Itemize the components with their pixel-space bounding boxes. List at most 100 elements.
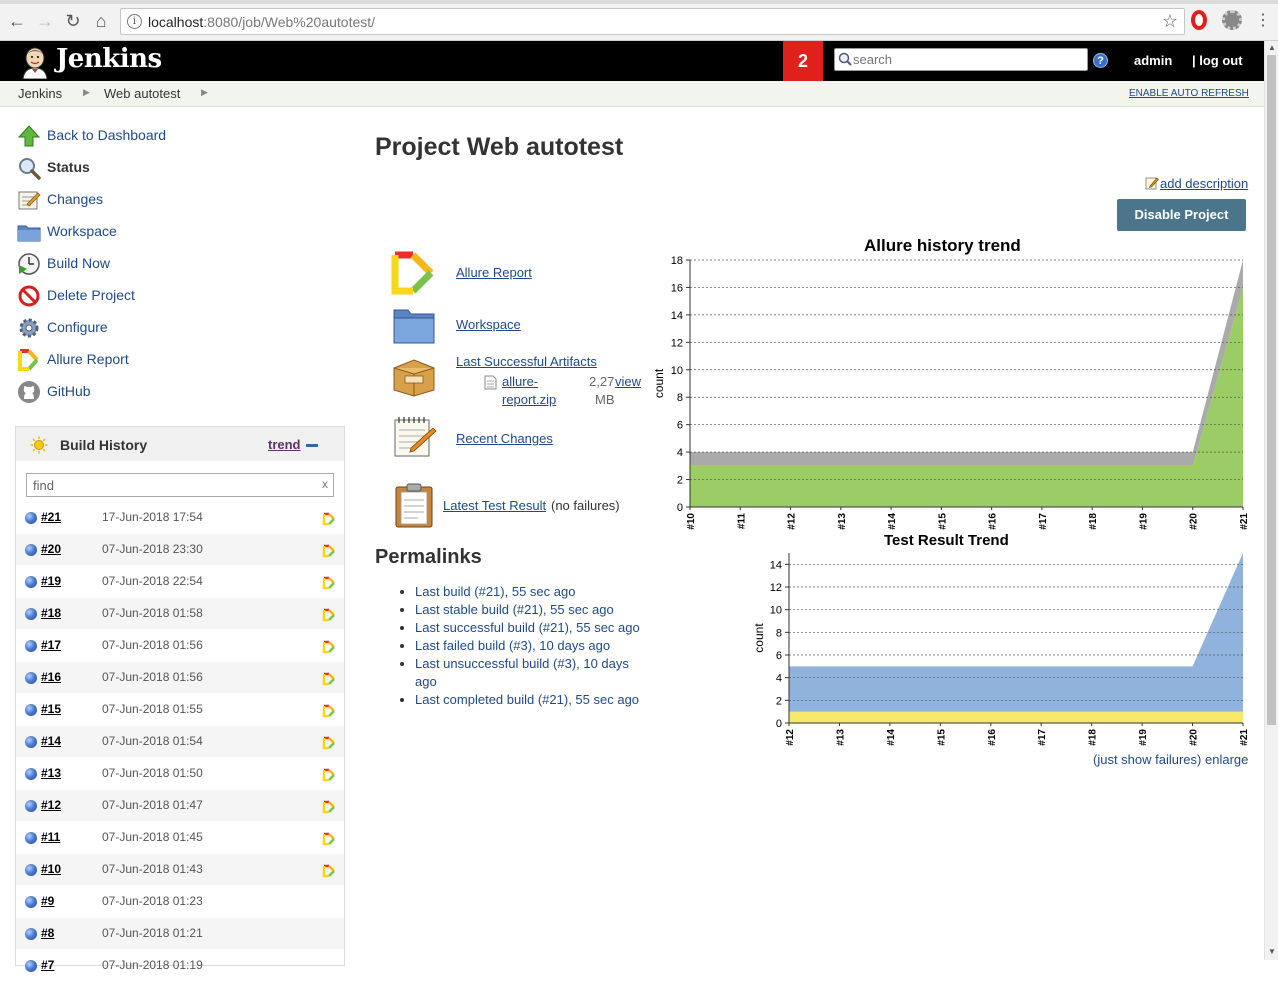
build-date[interactable]: 07-Jun-2018 01:56 [102, 638, 203, 652]
build-row[interactable]: #20 07-Jun-2018 23:30 [16, 533, 344, 565]
build-number-link[interactable]: #12 [41, 798, 61, 812]
disable-project-button[interactable]: Disable Project [1117, 199, 1246, 231]
build-date[interactable]: 07-Jun-2018 01:19 [102, 958, 203, 972]
build-status-ball-icon[interactable] [25, 576, 37, 588]
build-date[interactable]: 07-Jun-2018 01:54 [102, 734, 203, 748]
allure-icon[interactable] [322, 704, 336, 718]
trend-link[interactable]: trend [268, 437, 301, 452]
build-date[interactable]: 07-Jun-2018 23:30 [102, 542, 203, 556]
last-successful-artifacts-link[interactable]: Last Successful Artifacts [456, 354, 597, 369]
build-row[interactable]: #7 07-Jun-2018 01:19 [16, 949, 344, 981]
build-number-link[interactable]: #9 [41, 894, 54, 908]
workspace-link[interactable]: Workspace [456, 317, 521, 332]
build-status-ball-icon[interactable] [25, 800, 37, 812]
home-icon[interactable]: ⌂ [90, 11, 112, 31]
build-status-ball-icon[interactable] [25, 672, 37, 684]
artifact-file-link-line2[interactable]: report.zip [502, 392, 556, 407]
search-input[interactable] [853, 49, 1083, 70]
build-number-link[interactable]: #11 [41, 830, 60, 844]
settings-extension-icon[interactable] [1222, 10, 1242, 30]
workspace-folder-icon[interactable] [391, 302, 437, 348]
permalink-link[interactable]: Last failed build (#3), 10 days ago [415, 638, 610, 653]
permalink-link[interactable]: Last unsuccessful build (#3), 10 days ag… [415, 656, 629, 689]
user-link[interactable]: admin [1134, 53, 1172, 68]
scrollbar-thumb[interactable] [1267, 55, 1276, 725]
scroll-up-icon[interactable]: ▲ [1268, 43, 1276, 52]
build-row[interactable]: #15 07-Jun-2018 01:55 [16, 693, 344, 725]
clear-filter-icon[interactable]: x [322, 477, 328, 491]
permalink-link[interactable]: Last build (#21), 55 sec ago [415, 584, 575, 599]
build-number-link[interactable]: #7 [41, 958, 54, 972]
build-status-ball-icon[interactable] [25, 960, 37, 972]
scroll-down-icon[interactable]: ▼ [1268, 947, 1276, 956]
address-bar[interactable]: i localhost:8080/job/Web%20autotest/ ☆ [120, 8, 1185, 35]
latest-test-result-link[interactable]: Latest Test Result [443, 498, 546, 513]
build-status-ball-icon[interactable] [25, 896, 37, 908]
build-date[interactable]: 17-Jun-2018 17:54 [102, 510, 203, 524]
build-number-link[interactable]: #8 [41, 926, 54, 940]
test-result-trend-chart[interactable]: 0 2 4 6 8 10 12 14 #12 #13 #14 #15 #16 #17 #18 #19 #20 #2… [745, 548, 1250, 748]
reload-icon[interactable]: ↻ [62, 11, 84, 31]
build-row[interactable]: #16 07-Jun-2018 01:56 [16, 661, 344, 693]
build-status-ball-icon[interactable] [25, 768, 37, 780]
search-field[interactable] [834, 48, 1088, 71]
recent-changes-notepad-icon[interactable] [391, 414, 437, 460]
build-date[interactable]: 07-Jun-2018 01:50 [102, 766, 203, 780]
build-row[interactable]: #11 07-Jun-2018 01:45 [16, 821, 344, 853]
add-description-link[interactable]: add description [1145, 176, 1248, 191]
build-row[interactable]: #9 07-Jun-2018 01:23 [16, 885, 344, 917]
build-find-input[interactable] [33, 476, 313, 494]
build-row[interactable]: #18 07-Jun-2018 01:58 [16, 597, 344, 629]
build-row[interactable]: #21 17-Jun-2018 17:54 [16, 501, 344, 533]
build-number-link[interactable]: #15 [41, 702, 61, 716]
build-status-ball-icon[interactable] [25, 544, 37, 556]
build-date[interactable]: 07-Jun-2018 22:54 [102, 574, 203, 588]
allure-icon[interactable] [322, 768, 336, 782]
just-show-failures-link[interactable]: (just show failures) [1093, 752, 1201, 767]
permalink-link[interactable]: Last successful build (#21), 55 sec ago [415, 620, 640, 635]
build-date[interactable]: 07-Jun-2018 01:21 [102, 926, 203, 940]
allure-history-trend-chart[interactable]: 0 2 4 6 8 10 12 14 16 18 #10 #11 #12 #13 #14 #15 #16 #17 #… [650, 255, 1250, 535]
build-row[interactable]: #13 07-Jun-2018 01:50 [16, 757, 344, 789]
allure-icon[interactable] [322, 512, 336, 526]
build-status-ball-icon[interactable] [25, 864, 37, 876]
allure-icon[interactable] [322, 864, 336, 878]
page-scrollbar[interactable]: ▲ ▼ [1264, 41, 1278, 960]
clipboard-icon[interactable] [391, 482, 437, 528]
artifacts-box-icon[interactable] [391, 352, 437, 398]
build-number-link[interactable]: #21 [41, 510, 61, 524]
build-date[interactable]: 07-Jun-2018 01:55 [102, 702, 203, 716]
build-number-link[interactable]: #16 [41, 670, 61, 684]
permalink-link[interactable]: Last completed build (#21), 55 sec ago [415, 692, 639, 707]
allure-icon[interactable] [322, 640, 336, 654]
breadcrumb-jenkins[interactable]: Jenkins [18, 86, 62, 101]
build-status-ball-icon[interactable] [25, 832, 37, 844]
build-date[interactable]: 07-Jun-2018 01:23 [102, 894, 203, 908]
forward-icon[interactable]: → [34, 11, 56, 31]
build-number-link[interactable]: #18 [41, 606, 61, 620]
allure-icon[interactable] [322, 576, 336, 590]
site-info-icon[interactable]: i [127, 14, 142, 29]
back-icon[interactable]: ← [6, 11, 28, 31]
allure-icon[interactable] [322, 544, 336, 558]
build-number-link[interactable]: #13 [41, 766, 61, 780]
allure-icon[interactable] [322, 800, 336, 814]
build-find-field[interactable]: x [26, 473, 334, 497]
notification-count-badge[interactable]: 2 [783, 41, 823, 81]
build-status-ball-icon[interactable] [25, 640, 37, 652]
enable-auto-refresh-link[interactable]: ENABLE AUTO REFRESH [1129, 88, 1249, 99]
build-date[interactable]: 07-Jun-2018 01:58 [102, 606, 203, 620]
build-date[interactable]: 07-Jun-2018 01:45 [102, 830, 203, 844]
build-row[interactable]: #19 07-Jun-2018 22:54 [16, 565, 344, 597]
build-row[interactable]: #12 07-Jun-2018 01:47 [16, 789, 344, 821]
bookmark-star-icon[interactable]: ☆ [1162, 11, 1178, 32]
build-status-ball-icon[interactable] [25, 608, 37, 620]
allure-icon[interactable] [322, 672, 336, 686]
build-date[interactable]: 07-Jun-2018 01:47 [102, 798, 203, 812]
opera-extension-icon[interactable] [1191, 10, 1207, 30]
allure-icon[interactable] [322, 736, 336, 750]
build-status-ball-icon[interactable] [25, 736, 37, 748]
build-number-link[interactable]: #20 [41, 542, 61, 556]
allure-report-icon[interactable] [391, 250, 437, 296]
collapse-icon[interactable] [306, 444, 318, 447]
